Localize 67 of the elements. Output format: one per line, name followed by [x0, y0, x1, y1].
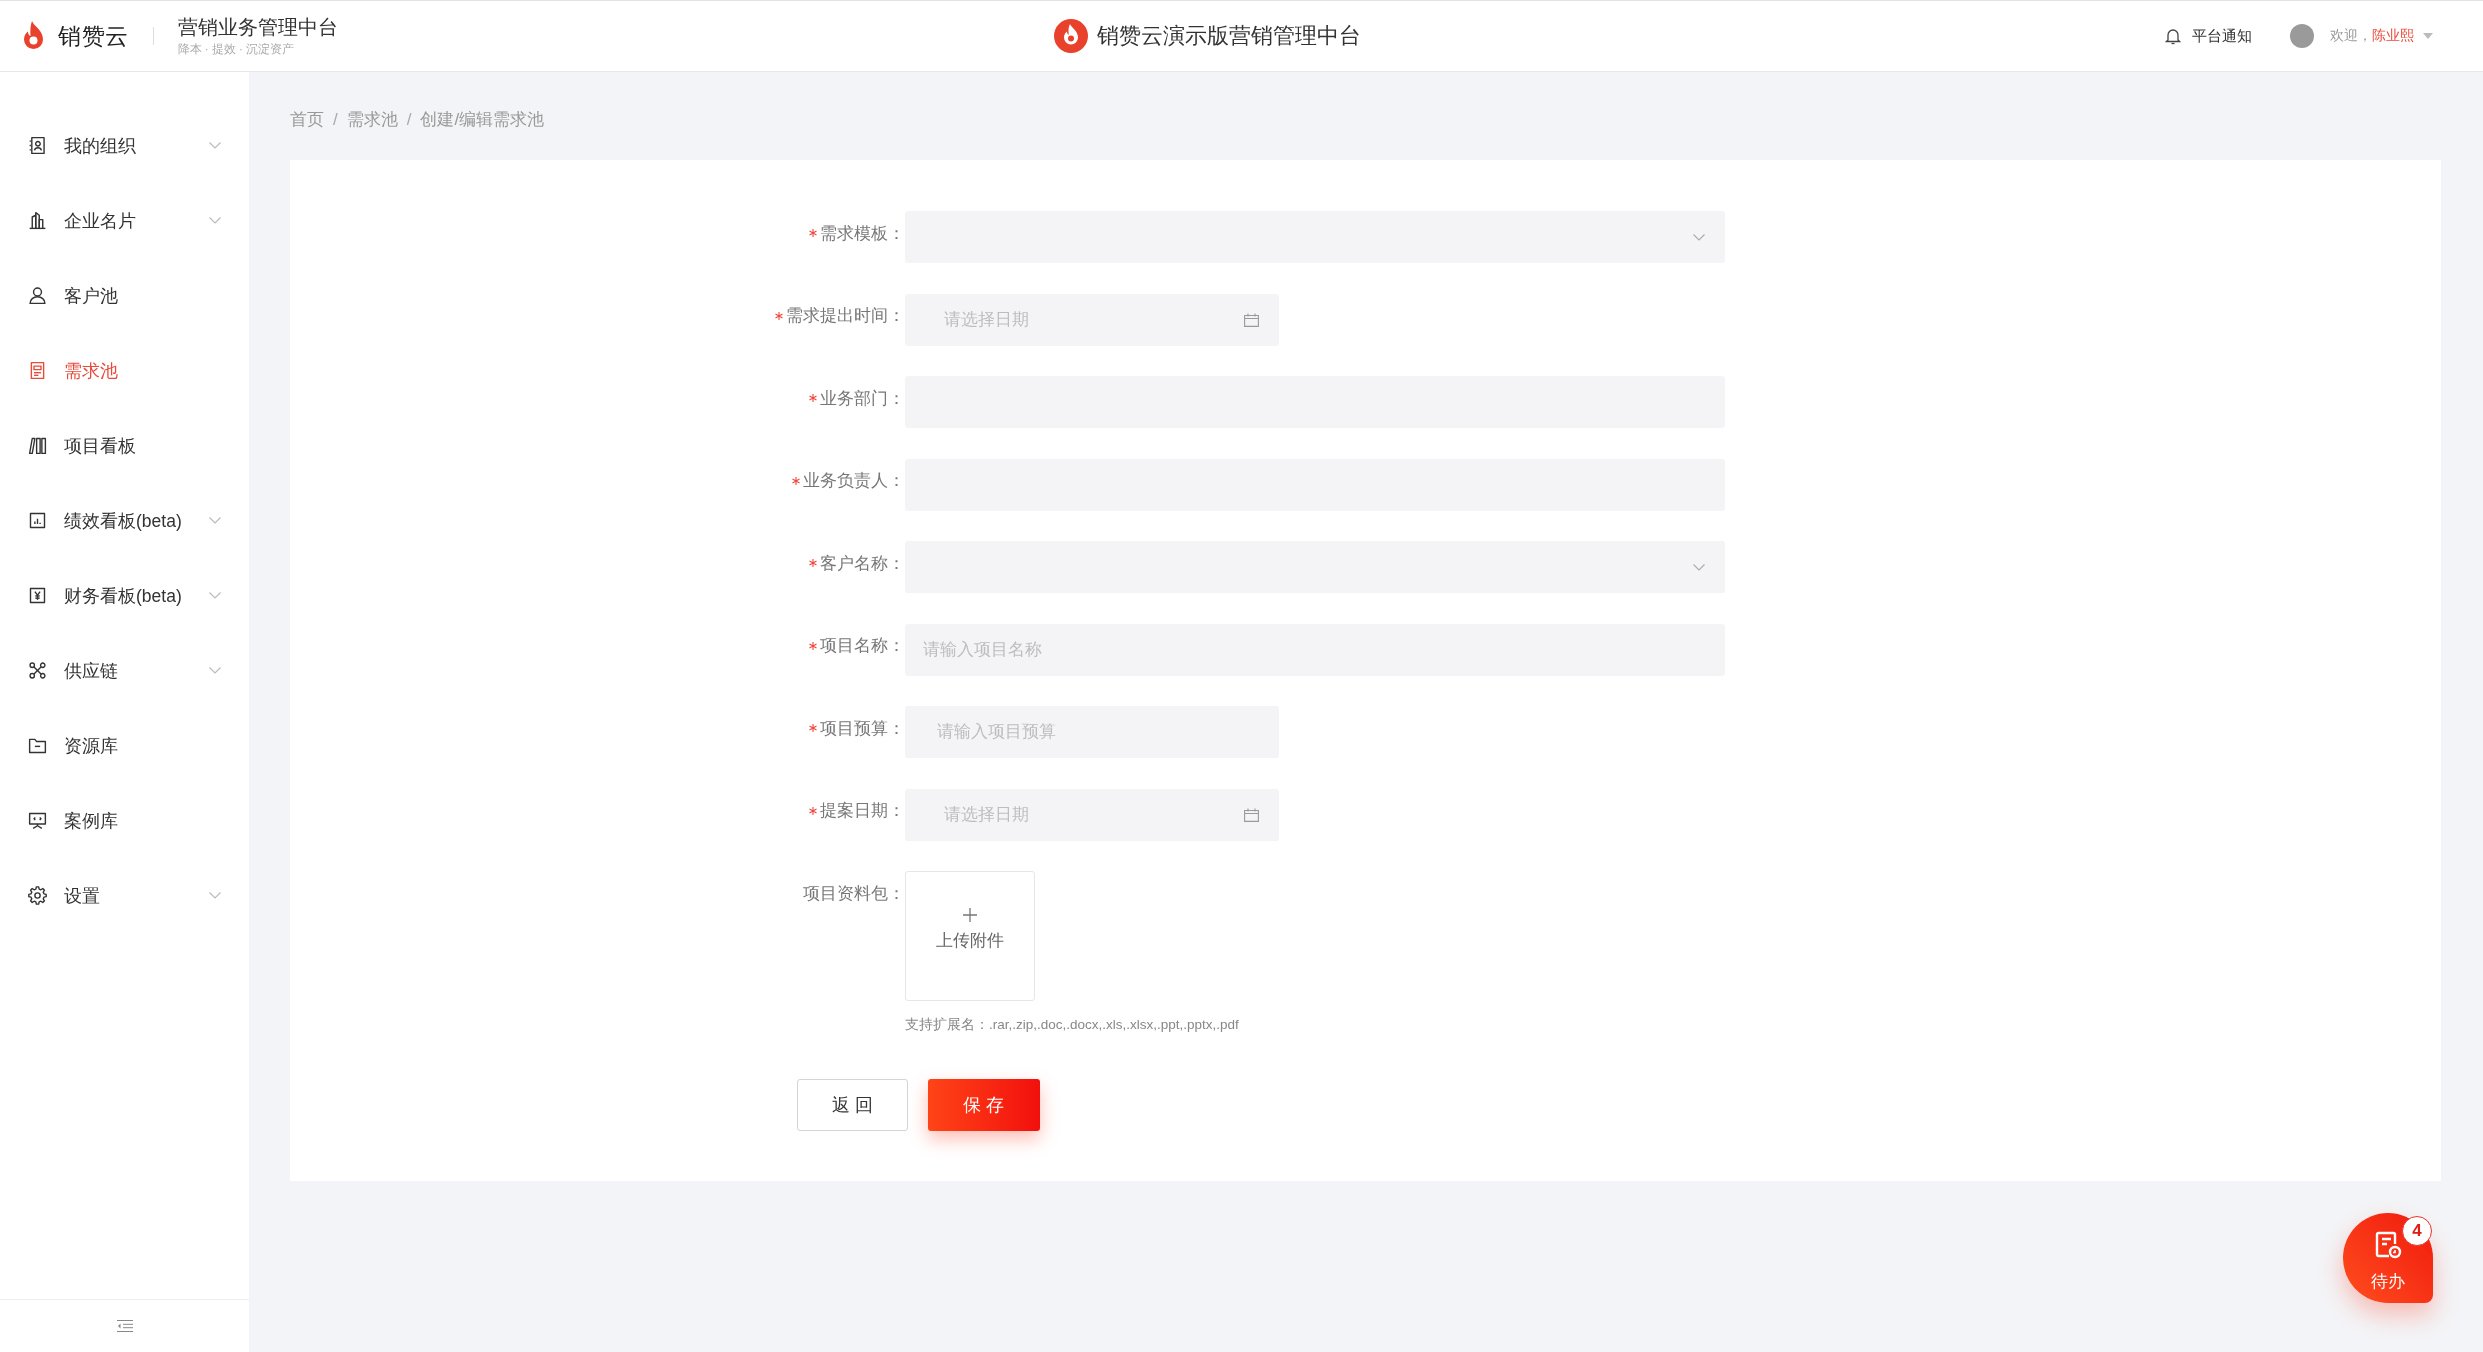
sidebar-item[interactable]: 绩效看板(beta)	[0, 483, 249, 558]
sidebar-item[interactable]: 项目看板	[0, 408, 249, 483]
chevron-down-icon	[209, 667, 221, 674]
person-card-icon	[27, 135, 48, 156]
logo-icon	[1054, 19, 1088, 53]
app-title: 营销业务管理中台	[177, 16, 338, 38]
breadcrumb-current: 创建/编辑需求池	[420, 109, 545, 131]
select-field[interactable]	[905, 541, 1725, 593]
network-icon	[27, 660, 48, 681]
sidebar-item[interactable]: 资源库	[0, 708, 249, 783]
file-type-hint: 支持扩展名：.rar,.zip,.doc,.docx,.xls,.xlsx,.ppt,.pptx,.pdf	[905, 1016, 1239, 1034]
chevron-down-icon	[209, 517, 221, 524]
settings-icon	[27, 885, 48, 906]
field-label: 需求模板：	[820, 222, 905, 245]
plus-icon	[963, 908, 977, 922]
field-label: 业务负责人：	[803, 470, 905, 492]
breadcrumb-separator: /	[406, 109, 412, 131]
clipboard-clock-icon	[2374, 1231, 2402, 1259]
save-button[interactable]: 保 存	[928, 1079, 1040, 1131]
sidebar-item[interactable]: 客户池	[0, 258, 249, 333]
brand-name: 销赞云	[58, 21, 129, 51]
chevron-down-icon	[209, 592, 221, 599]
chevron-down-icon	[209, 217, 221, 224]
bell-icon	[2165, 27, 2181, 45]
chevron-down-icon	[1693, 233, 1705, 241]
collapse-menu-icon[interactable]	[116, 1320, 133, 1332]
select-field[interactable]	[905, 211, 1725, 263]
books-icon	[27, 435, 48, 456]
date-input[interactable]: 请选择日期	[905, 293, 1279, 346]
calendar-icon	[1244, 807, 1259, 822]
user-icon	[27, 285, 48, 306]
field-label: 项目预算：	[820, 717, 905, 740]
flame-logo	[21, 20, 46, 52]
buildings-icon	[27, 210, 48, 231]
field-label: 项目资料包：	[803, 882, 905, 905]
sidebar-item[interactable]: 我的组织	[0, 108, 249, 183]
field-label: 需求提出时间：	[786, 305, 905, 327]
chevron-down-icon	[209, 142, 221, 149]
count-badge: 4	[2402, 1216, 2432, 1246]
slogan: 降本 · 提效 · 沉淀资产	[177, 42, 295, 56]
field-label: 业务部门：	[820, 387, 905, 410]
date-input[interactable]: 请选择日期	[905, 788, 1279, 841]
caret-icon[interactable]	[2423, 33, 2433, 39]
todo-button[interactable]: 待办 4	[2343, 1213, 2433, 1303]
chevron-down-icon	[209, 892, 221, 899]
presentation-board-icon	[27, 810, 48, 831]
sidebar-item[interactable]: 需求池	[0, 333, 249, 408]
field-label: 客户名称：	[820, 552, 905, 575]
yen-icon	[27, 585, 48, 606]
sidebar-item[interactable]: 企业名片	[0, 183, 249, 258]
sidebar-item[interactable]: 设置	[0, 858, 249, 933]
sidebar-item[interactable]: 供应链	[0, 633, 249, 708]
bar-chart-icon	[27, 510, 48, 531]
back-button[interactable]: 返 回	[797, 1079, 908, 1131]
chevron-down-icon	[1693, 563, 1705, 571]
calendar-icon	[1244, 312, 1259, 327]
notifications-link[interactable]: 平台通知	[2165, 26, 2252, 46]
welcome-text: 欢迎，	[2330, 27, 2372, 45]
user-name-link[interactable]: 陈业熙	[2372, 27, 2414, 45]
field-label: 提案日期：	[820, 800, 905, 822]
avatar[interactable]	[2290, 24, 2314, 48]
breadcrumb-separator: /	[333, 109, 338, 131]
sidebar-item[interactable]: 案例库	[0, 783, 249, 858]
sidebar-item[interactable]: 财务看板(beta)	[0, 558, 249, 633]
field-label: 项目名称：	[820, 635, 905, 657]
upload-button[interactable]: 上传附件	[905, 871, 1035, 1001]
page-title: 销赞云演示版营销管理中台	[1097, 22, 1361, 50]
